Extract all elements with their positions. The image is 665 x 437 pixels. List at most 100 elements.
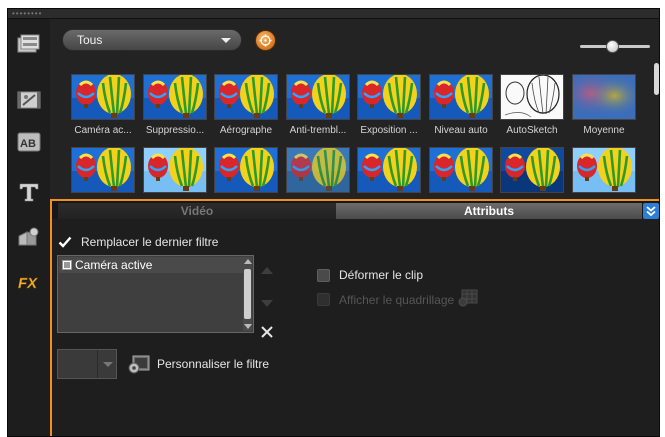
sidebar: AB FX	[8, 19, 50, 436]
chevron-down-icon	[221, 37, 231, 43]
thumbnail-image	[143, 147, 207, 193]
thumbnail-image	[357, 74, 421, 120]
thumbnail-label: Niveau auto	[434, 125, 488, 136]
double-chevron-down-icon	[646, 206, 656, 217]
move-filter-down-button[interactable]	[261, 300, 273, 307]
filter-thumbnail[interactable]: Suppressio...	[143, 74, 207, 136]
category-select[interactable]: Tous	[62, 29, 242, 51]
options-panel: Vidéo Attributs Remplacer le dernier fil…	[50, 199, 659, 436]
tab-attributes[interactable]: Attributs	[336, 203, 642, 219]
collapse-button[interactable]	[643, 203, 659, 219]
sidebar-item-media[interactable]	[12, 29, 46, 59]
deform-clip-checkbox[interactable]: Déformer le clip	[317, 268, 423, 282]
checkbox-box	[317, 268, 330, 282]
options-tabbar: Vidéo Attributs	[52, 201, 659, 219]
checkmark-icon	[58, 235, 72, 249]
filter-thumbnail[interactable]	[143, 147, 207, 193]
thumbnail-image	[214, 74, 278, 120]
fx-icon: FX	[18, 275, 39, 292]
filter-list-scrollbar[interactable]	[243, 257, 252, 331]
text-icon	[19, 183, 39, 202]
thumbnail-size-slider[interactable]	[580, 37, 650, 57]
category-select-value: Tous	[77, 33, 103, 47]
grid-options-icon	[458, 289, 478, 310]
show-grid-label: Afficher le quadrillage	[339, 292, 455, 307]
filter-thumbnail[interactable]: AutoSketch	[500, 74, 564, 136]
sidebar-item-text[interactable]	[12, 177, 46, 207]
thumbnail-image	[286, 74, 350, 120]
applied-filter-list[interactable]: Caméra active	[57, 255, 254, 333]
customize-filter-label: Personnaliser le filtre	[157, 357, 270, 371]
thumbnail-image	[572, 147, 636, 193]
filter-thumbnail[interactable]: Caméra ac...	[71, 74, 135, 136]
filter-thumbnail[interactable]	[357, 147, 421, 193]
scroll-down-icon[interactable]	[244, 324, 252, 329]
thumbnail-image	[572, 74, 636, 120]
filter-thumbnail[interactable]	[572, 147, 636, 193]
sidebar-item-title[interactable]: AB	[12, 127, 46, 157]
show-grid-checkbox: Afficher le quadrillage	[317, 289, 478, 310]
filter-thumbnail[interactable]	[500, 147, 564, 193]
transition-icon	[17, 91, 41, 109]
filter-thumbnail[interactable]: Aérographe	[214, 74, 278, 136]
replace-last-filter-label: Remplacer le dernier filtre	[81, 235, 219, 249]
thumbnail-label: Caméra ac...	[74, 125, 132, 136]
thumbnail-label: Exposition ...	[360, 125, 418, 136]
slider-thumb[interactable]	[606, 40, 619, 53]
library-scrollbar[interactable]	[654, 63, 659, 95]
svg-text:AB: AB	[20, 138, 36, 150]
sidebar-item-transitions[interactable]	[12, 85, 46, 115]
filter-thumbnail[interactable]: Exposition ...	[357, 74, 421, 136]
media-icon	[17, 34, 40, 53]
thumbnail-image	[357, 147, 421, 193]
graphic-icon	[18, 227, 39, 246]
applied-filter-name: Caméra active	[75, 258, 153, 272]
preset-dropdown[interactable]	[57, 349, 117, 379]
filter-library: Tous Caméra ac... Suppressio... Aérograp…	[50, 19, 659, 199]
title-icon: AB	[17, 132, 41, 152]
app-window: •••••••• AB FX Tous Caméra ac... Suppres…	[7, 8, 660, 437]
remove-filter-button[interactable]	[260, 325, 274, 339]
thumbnail-label: Aérographe	[219, 125, 273, 136]
deform-clip-label: Déformer le clip	[339, 268, 424, 282]
thumbnail-label: Suppressio...	[145, 125, 205, 136]
filter-thumbnail[interactable]	[429, 147, 493, 193]
filter-thumbnail[interactable]	[214, 147, 278, 193]
thumbnail-image	[71, 74, 135, 120]
thumbnail-image	[286, 147, 350, 193]
thumbnail-image	[500, 74, 564, 120]
svg-text:FX: FX	[18, 275, 38, 292]
list-item[interactable]: Caméra active	[59, 257, 243, 273]
thumbnail-label: Anti-trembl...	[289, 125, 347, 136]
thumbnail-image	[429, 147, 493, 193]
filter-thumbnail[interactable]	[71, 147, 135, 193]
filter-thumbnail[interactable]: Niveau auto	[429, 74, 493, 136]
filter-thumbnail[interactable]	[286, 147, 350, 193]
thumbnail-label: AutoSketch	[506, 125, 558, 136]
sidebar-item-filters[interactable]: FX	[12, 267, 46, 297]
scroll-up-icon[interactable]	[244, 259, 252, 264]
browse-icon	[259, 34, 272, 47]
panel-grip[interactable]: ••••••••	[8, 9, 659, 19]
filter-thumbnail[interactable]: Moyenne	[572, 74, 636, 136]
thumbnail-image	[500, 147, 564, 193]
chevron-down-icon	[103, 362, 113, 367]
filter-toggle-icon[interactable]	[62, 260, 72, 270]
customize-filter-icon	[128, 355, 150, 374]
scroll-thumb[interactable]	[244, 269, 251, 319]
thumbnail-image	[214, 147, 278, 193]
thumbnail-image	[143, 74, 207, 120]
thumbnail-image	[429, 74, 493, 120]
customize-filter-button[interactable]: Personnaliser le filtre	[128, 354, 269, 374]
checkbox-box	[317, 293, 330, 306]
replace-last-filter-checkbox[interactable]: Remplacer le dernier filtre	[58, 235, 218, 249]
close-icon	[261, 326, 273, 338]
browse-button[interactable]	[255, 30, 276, 51]
thumbnail-image	[71, 147, 135, 193]
move-filter-up-button[interactable]	[261, 267, 273, 274]
thumbnail-label: Moyenne	[583, 125, 625, 136]
tab-video[interactable]: Vidéo	[58, 203, 336, 219]
filter-thumbnail[interactable]: Anti-trembl...	[286, 74, 350, 136]
thumbnail-grid: Caméra ac... Suppressio... Aérographe An…	[71, 74, 641, 199]
sidebar-item-graphics[interactable]	[12, 222, 46, 252]
